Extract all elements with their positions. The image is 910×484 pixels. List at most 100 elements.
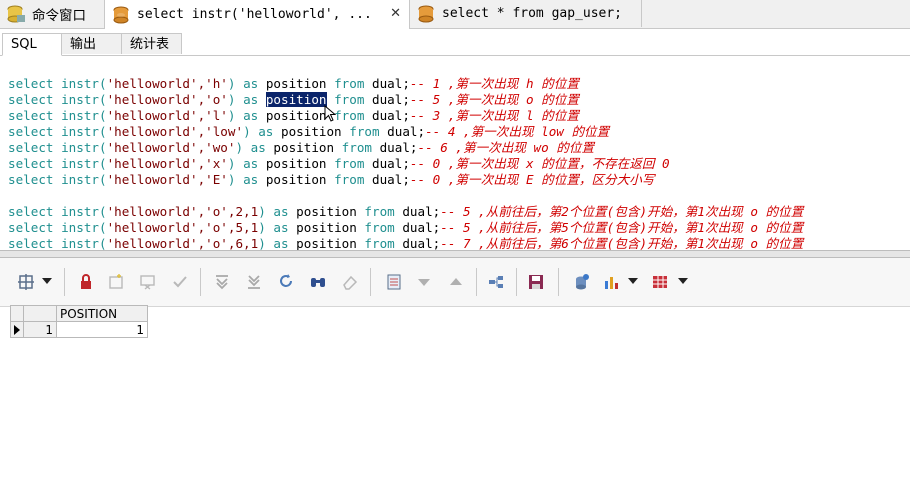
grid-cell[interactable]: 1 — [56, 321, 148, 338]
code-keyword: select instr( — [8, 140, 107, 155]
grid-corner — [10, 305, 24, 322]
refresh-icon[interactable] — [276, 272, 296, 292]
toolbar-separator — [200, 268, 201, 296]
code-comment: -- 1 ,第一次出现 h 的位置 — [409, 76, 579, 91]
tab-sql-window-2[interactable]: select * from gap_user; — [410, 0, 642, 27]
code-line[interactable]: select instr('helloworld','wo') as posit… — [8, 140, 803, 156]
code-string: 'helloworld','o',5,1 — [106, 220, 259, 235]
code-keyword: select instr( — [8, 92, 107, 107]
code-identifier: dual; — [379, 140, 418, 155]
code-identifier: position — [265, 172, 327, 187]
chevron-down-icon[interactable] — [678, 278, 688, 284]
code-string: 'helloworld','h' — [106, 76, 228, 91]
tab-sql[interactable]: SQL — [2, 33, 62, 56]
code-keyword: select instr( — [8, 124, 107, 139]
toolbar-separator — [516, 268, 517, 296]
code-line[interactable]: select instr('helloworld','h') as positi… — [8, 76, 803, 92]
export-icon[interactable] — [384, 272, 404, 292]
lock-icon[interactable] — [76, 272, 96, 292]
code-string: 'helloworld','o' — [106, 92, 228, 107]
code-identifier: position — [280, 124, 342, 139]
code-keyword: from — [326, 172, 372, 187]
sql-code[interactable]: select instr('helloworld','h') as positi… — [8, 76, 803, 250]
tab-label: select * from gap_user; — [442, 6, 623, 21]
document-tab-bar: 命令窗口 select instr('helloworld', ... ✕ se… — [0, 0, 910, 29]
code-string: 'helloworld','low' — [106, 124, 244, 139]
new-record-icon[interactable] — [106, 272, 126, 292]
grid-layout-icon[interactable] — [16, 272, 36, 292]
current-row-indicator — [10, 321, 24, 338]
code-identifier: dual; — [372, 92, 410, 107]
grid-corner — [23, 305, 57, 322]
clear-icon[interactable] — [340, 272, 360, 292]
code-identifier: dual; — [387, 124, 426, 139]
chevron-down-icon[interactable] — [628, 278, 638, 284]
tab-command-window[interactable]: 命令窗口 — [0, 0, 104, 27]
result-grid[interactable]: POSITION 1 1 — [10, 305, 148, 338]
code-keyword: ) as — [227, 92, 266, 107]
toolbar-separator — [476, 268, 477, 296]
code-keyword: select instr( — [8, 108, 107, 123]
last-record-icon[interactable] — [244, 272, 264, 292]
panel-splitter[interactable] — [0, 250, 910, 258]
code-keyword: ) as — [227, 172, 266, 187]
close-tab-icon[interactable]: ✕ — [390, 6, 401, 21]
code-identifier: dual; — [402, 236, 441, 250]
code-keyword: select instr( — [8, 76, 107, 91]
code-identifier: position — [296, 220, 357, 235]
code-keyword: from — [326, 76, 372, 91]
code-line[interactable]: select instr('helloworld','x') as positi… — [8, 156, 803, 172]
save-icon[interactable] — [526, 272, 546, 292]
post-check-icon[interactable] — [170, 272, 190, 292]
tab-label: 命令窗口 — [32, 7, 86, 24]
code-keyword: ) as — [235, 140, 274, 155]
move-up-icon[interactable] — [446, 272, 466, 292]
code-line[interactable]: select instr('helloworld','o') as positi… — [8, 92, 803, 108]
sql-editor[interactable]: select instr('helloworld','h') as positi… — [0, 56, 910, 250]
code-comment: -- 6 ,第一次出现 wo 的位置 — [417, 140, 595, 155]
toolbar-separator — [558, 268, 559, 296]
code-keyword: ) as — [227, 76, 266, 91]
result-toolbar — [0, 258, 910, 307]
find-icon[interactable] — [308, 272, 328, 292]
code-identifier: dual; — [402, 220, 441, 235]
code-identifier: position — [296, 204, 357, 219]
tab-output[interactable]: 输出 — [62, 33, 122, 54]
chevron-down-icon[interactable] — [42, 278, 52, 284]
table-row[interactable]: 1 1 — [10, 321, 148, 338]
code-line[interactable] — [8, 188, 803, 204]
table-icon[interactable] — [650, 272, 670, 292]
code-identifier: dual; — [402, 204, 441, 219]
tab-label: select instr('helloworld', ... — [137, 7, 372, 22]
code-identifier: dual; — [372, 76, 410, 91]
code-identifier: dual; — [372, 156, 410, 171]
query-by-example-icon[interactable] — [486, 272, 506, 292]
code-string: 'helloworld','o',2,1 — [106, 204, 259, 219]
code-comment: -- 3 ,第一次出现 l 的位置 — [409, 108, 579, 123]
toolbar-separator — [370, 268, 371, 296]
move-down-icon[interactable] — [414, 272, 434, 292]
code-line[interactable]: select instr('helloworld','E') as positi… — [8, 172, 803, 188]
tab-sql-window-active[interactable]: select instr('helloworld', ... ✕ — [104, 0, 410, 29]
chart-icon[interactable] — [602, 272, 622, 292]
tab-statistics[interactable]: 统计表 — [122, 33, 182, 54]
code-line[interactable]: select instr('helloworld','o',2,1) as po… — [8, 204, 803, 220]
first-record-icon[interactable] — [212, 272, 232, 292]
code-line[interactable]: select instr('helloworld','low') as posi… — [8, 124, 803, 140]
code-keyword: ) as — [243, 124, 281, 139]
code-string: 'helloworld','wo' — [106, 140, 236, 155]
code-line[interactable]: select instr('helloworld','o',5,1) as po… — [8, 220, 803, 236]
code-line[interactable]: select instr('helloworld','o',6,1) as po… — [8, 236, 803, 250]
editor-sub-tabs: SQL 输出 统计表 — [0, 33, 910, 56]
code-string: 'helloworld','o',6,1 — [106, 236, 259, 250]
code-keyword: select instr( — [8, 220, 107, 235]
code-keyword: select instr( — [8, 204, 107, 219]
code-identifier: position — [296, 236, 357, 250]
code-keyword: from — [326, 156, 372, 171]
code-identifier: dual; — [372, 108, 410, 123]
connect-icon[interactable] — [572, 272, 592, 292]
code-line[interactable]: select instr('helloworld','l') as positi… — [8, 108, 803, 124]
delete-record-icon[interactable] — [138, 272, 158, 292]
column-header-position[interactable]: POSITION — [56, 305, 148, 322]
command-window-icon — [7, 5, 25, 22]
